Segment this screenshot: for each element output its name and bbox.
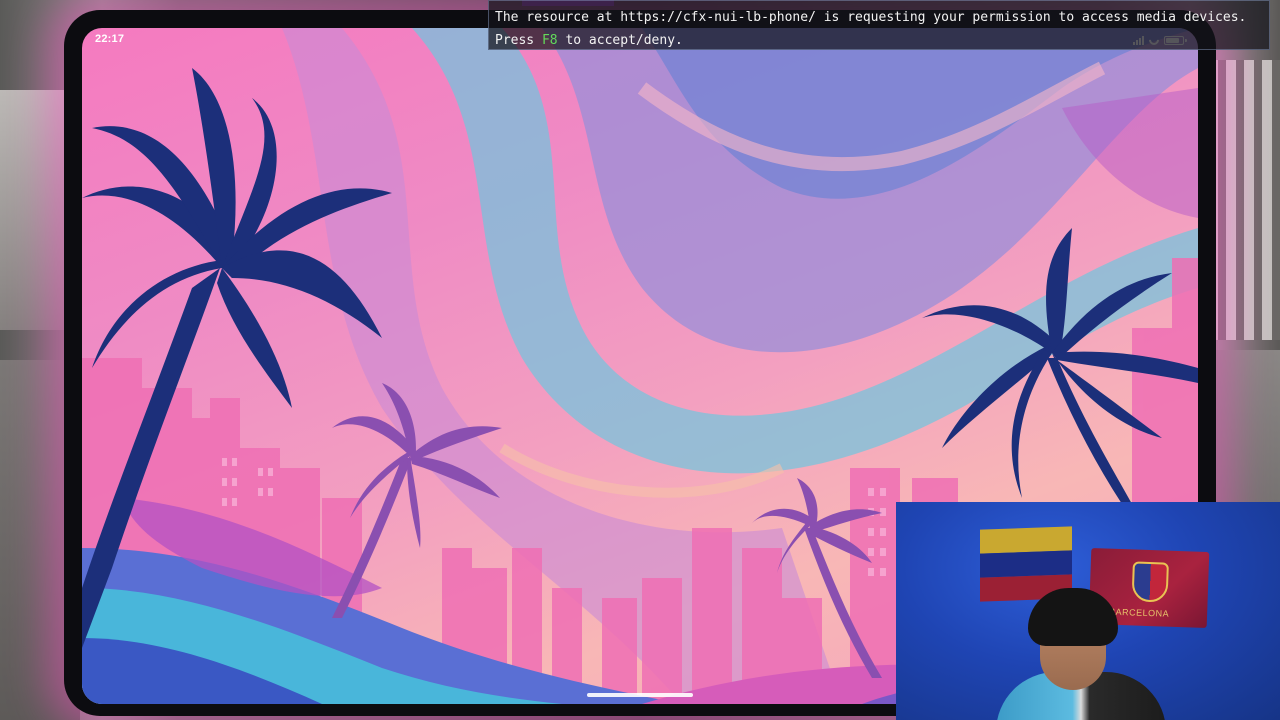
instruction-prefix: Press [495, 33, 542, 48]
building-right [1208, 60, 1280, 340]
webcam-overlay: BARCELONA [896, 502, 1280, 720]
instruction-suffix: to accept/deny. [557, 33, 683, 48]
building-left [0, 90, 70, 330]
fcb-crest-icon [1131, 561, 1169, 603]
status-time: 22:17 [95, 33, 125, 45]
notification-instruction: Press F8 to accept/deny. [495, 29, 1269, 52]
permission-notification: The resource at https://cfx-nui-lb-phone… [488, 0, 1270, 50]
flag-text: BARCELONA [1108, 606, 1170, 619]
home-indicator[interactable] [587, 693, 693, 697]
accept-key: F8 [541, 33, 558, 48]
notification-message: The resource at https://cfx-nui-lb-phone… [495, 10, 1247, 25]
